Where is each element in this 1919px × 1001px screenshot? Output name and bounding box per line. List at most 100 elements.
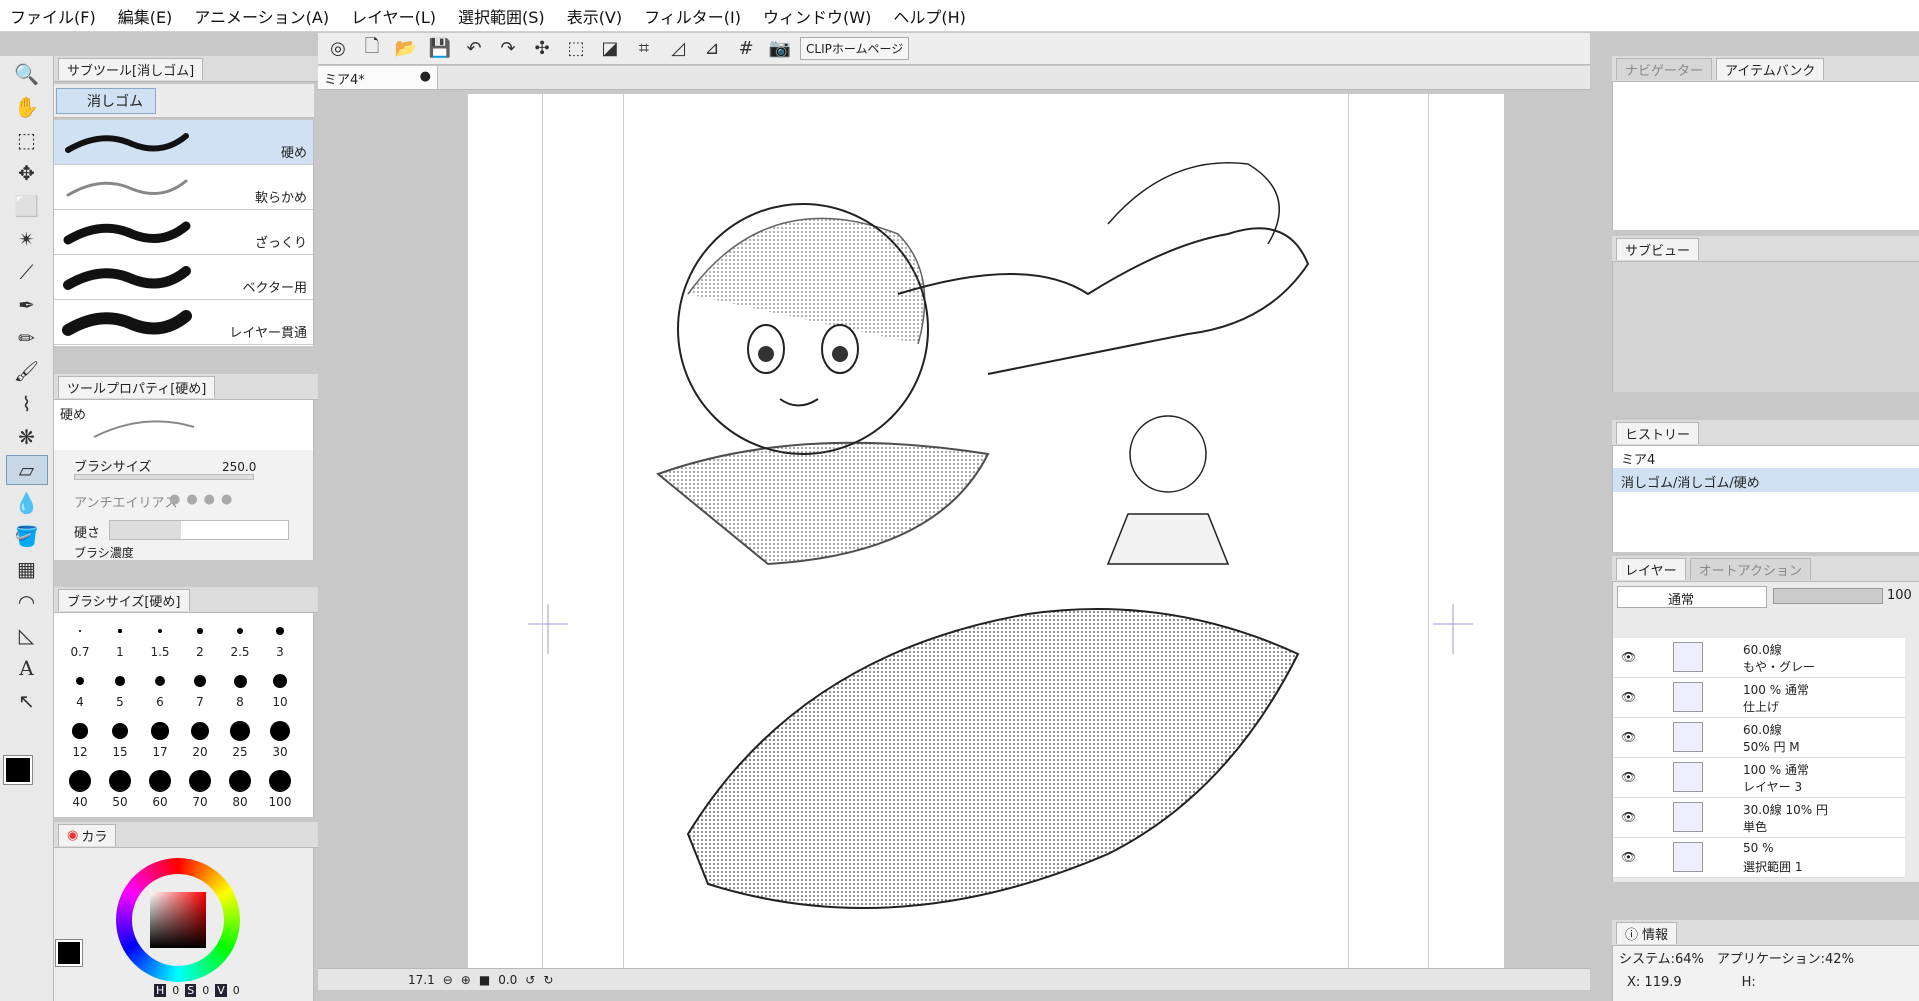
size-cell[interactable]: 100 — [260, 767, 300, 809]
layer-row[interactable]: 👁 30.0線 10% 円単色 — [1613, 798, 1905, 838]
menu-item[interactable]: ファイル(F) — [10, 4, 96, 28]
text-icon[interactable]: A — [6, 653, 48, 683]
size-cell[interactable]: 1 — [100, 617, 140, 659]
frame-icon[interactable]: ◺ — [6, 620, 48, 650]
hardness-row[interactable]: 硬さ — [54, 518, 313, 546]
size-cell[interactable]: 2.5 — [220, 617, 260, 659]
brush-preset[interactable]: ざっくり — [54, 210, 313, 255]
zoom-in-icon[interactable]: ⊕ — [461, 973, 471, 987]
layer-row[interactable]: 👁 100 % 通常 仕上げ — [1613, 678, 1905, 718]
eye-icon[interactable]: 👁 — [1621, 810, 1636, 824]
subview-tab[interactable]: サブビュー — [1616, 237, 1700, 260]
size-cell[interactable]: 60 — [140, 767, 180, 809]
history-item[interactable]: ミア4 — [1613, 446, 1919, 468]
size-cell[interactable]: 10 — [260, 667, 300, 709]
fit-icon[interactable]: ■ — [479, 973, 490, 987]
antialias-row[interactable]: アンチエイリアス ●●●● — [54, 484, 313, 518]
antialias-options-icon[interactable]: ●●●● — [169, 492, 238, 507]
color-tab[interactable]: ◉ カラ — [58, 823, 117, 846]
item-bank-tab[interactable]: アイテムバンク — [1716, 57, 1825, 80]
new-file-icon[interactable]: 🗋 — [358, 36, 386, 62]
object-icon[interactable]: ⬚ — [6, 125, 48, 155]
eye-icon[interactable]: 👁 — [1621, 730, 1636, 744]
fill-bucket-icon[interactable]: 🪣 — [6, 521, 48, 551]
history-item-selected[interactable]: 消しゴム/消しゴム/硬め — [1613, 468, 1919, 492]
size-cell[interactable]: 0.7 — [60, 617, 100, 659]
open-file-icon[interactable]: 📂 — [392, 36, 420, 62]
brushsize-tab[interactable]: ブラシサイズ[硬め] — [58, 588, 190, 611]
menu-item[interactable]: アニメーション(A) — [194, 4, 329, 28]
rotate-left-icon[interactable]: ↺ — [525, 973, 535, 987]
zoom-value[interactable]: 17.1 — [408, 973, 435, 987]
size-cell[interactable]: 15 — [100, 717, 140, 759]
redo-icon[interactable]: ↷ — [494, 36, 522, 62]
size-cell[interactable]: 40 — [60, 767, 100, 809]
crop-icon[interactable]: ⌗ — [630, 36, 658, 62]
history-tab[interactable]: ヒストリー — [1616, 421, 1700, 444]
document-tab[interactable]: ミア4* ● — [318, 66, 438, 89]
close-dot-icon[interactable]: ● — [420, 69, 431, 84]
info-tab[interactable]: ⓘ 情報 — [1616, 921, 1678, 944]
subtool-group-eraser[interactable]: 消しゴム — [56, 88, 156, 114]
canvas-area[interactable]: 17.1 ⊖ ⊕ ■ 0.0 ↺ ↻ — [318, 90, 1590, 990]
size-cell[interactable]: 3 — [260, 617, 300, 659]
zoom-icon[interactable]: 🔍 — [6, 59, 48, 89]
size-cell[interactable]: 5 — [100, 667, 140, 709]
brush-size-value[interactable]: 250.0 — [222, 460, 256, 474]
brush-icon[interactable]: 🖌 — [6, 356, 48, 386]
navigator-tab[interactable]: ナビゲーター — [1616, 57, 1713, 80]
menu-item[interactable]: 編集(E) — [118, 4, 173, 28]
zoom-out-icon[interactable]: ⊖ — [443, 973, 453, 987]
size-cell[interactable]: 80 — [220, 767, 260, 809]
magic-wand-icon[interactable]: ✴ — [6, 224, 48, 254]
menu-item[interactable]: ヘルプ(H) — [893, 4, 966, 28]
main-color-swatch[interactable] — [3, 755, 33, 785]
pencil-icon[interactable]: ✏ — [6, 323, 48, 353]
eye-icon[interactable]: 👁 — [1621, 690, 1636, 704]
clip-home-button[interactable]: CLIPホームページ — [800, 37, 910, 60]
eraser-icon[interactable]: ▱ — [5, 455, 48, 485]
gradient-icon[interactable]: ▦ — [6, 554, 48, 584]
brush-preset[interactable]: 硬め — [54, 120, 313, 165]
opacity-value[interactable]: 100 — [1887, 588, 1912, 603]
rotate-value[interactable]: 0.0 — [498, 973, 517, 987]
menu-item[interactable]: 選択範囲(S) — [458, 4, 545, 28]
pen-icon[interactable]: ✒ — [6, 290, 48, 320]
figure-icon[interactable]: ◠ — [6, 587, 48, 617]
layer-row[interactable]: 👁 60.0線 50% 円 M — [1613, 718, 1905, 758]
move-icon[interactable]: ✥ — [6, 158, 48, 188]
correct-line-icon[interactable]: ↖ — [6, 686, 48, 716]
opacity-slider[interactable] — [1773, 588, 1883, 604]
size-cell[interactable]: 8 — [220, 667, 260, 709]
size-cell[interactable]: 12 — [60, 717, 100, 759]
sv-square[interactable] — [150, 892, 206, 948]
auto-action-tab[interactable]: オートアクション — [1689, 557, 1811, 580]
size-cell[interactable]: 50 — [100, 767, 140, 809]
brush-preset[interactable]: ベクター用 — [54, 255, 313, 300]
subtool-tab[interactable]: サブツール[消しゴム] — [58, 57, 204, 80]
menu-item[interactable]: ウィンドウ(W) — [763, 4, 871, 28]
clear-icon[interactable]: ✣ — [528, 36, 556, 62]
decoration-icon[interactable]: ❋ — [6, 422, 48, 452]
menu-item[interactable]: フィルター(I) — [644, 4, 741, 28]
size-cell[interactable]: 30 — [260, 717, 300, 759]
size-cell[interactable]: 2 — [180, 617, 220, 659]
eye-icon[interactable]: 👁 — [1621, 770, 1636, 784]
size-cell[interactable]: 1.5 — [140, 617, 180, 659]
eye-icon[interactable]: 👁 — [1621, 850, 1636, 864]
eye-icon[interactable]: 👁 — [1621, 650, 1636, 664]
blend-icon[interactable]: 💧 — [6, 488, 48, 518]
hand-icon[interactable]: ✋ — [6, 92, 48, 122]
layer-row[interactable]: 👁 50 % 選択範囲 1 — [1613, 838, 1905, 878]
camera-icon[interactable]: 📷 — [766, 36, 794, 62]
size-cell[interactable]: 17 — [140, 717, 180, 759]
select-icon[interactable]: ⬜ — [6, 191, 48, 221]
transform-icon[interactable]: ⬚ — [562, 36, 590, 62]
brush-size-slider[interactable] — [74, 474, 254, 480]
size-cell[interactable]: 4 — [60, 667, 100, 709]
size-cell[interactable]: 7 — [180, 667, 220, 709]
layer-row[interactable]: 👁 60.0線 もや・グレー — [1613, 638, 1905, 678]
clip-studio-icon[interactable]: ◎ — [324, 36, 352, 62]
save-icon[interactable]: 💾 — [426, 36, 454, 62]
snap-icon[interactable]: ⊿ — [698, 36, 726, 62]
